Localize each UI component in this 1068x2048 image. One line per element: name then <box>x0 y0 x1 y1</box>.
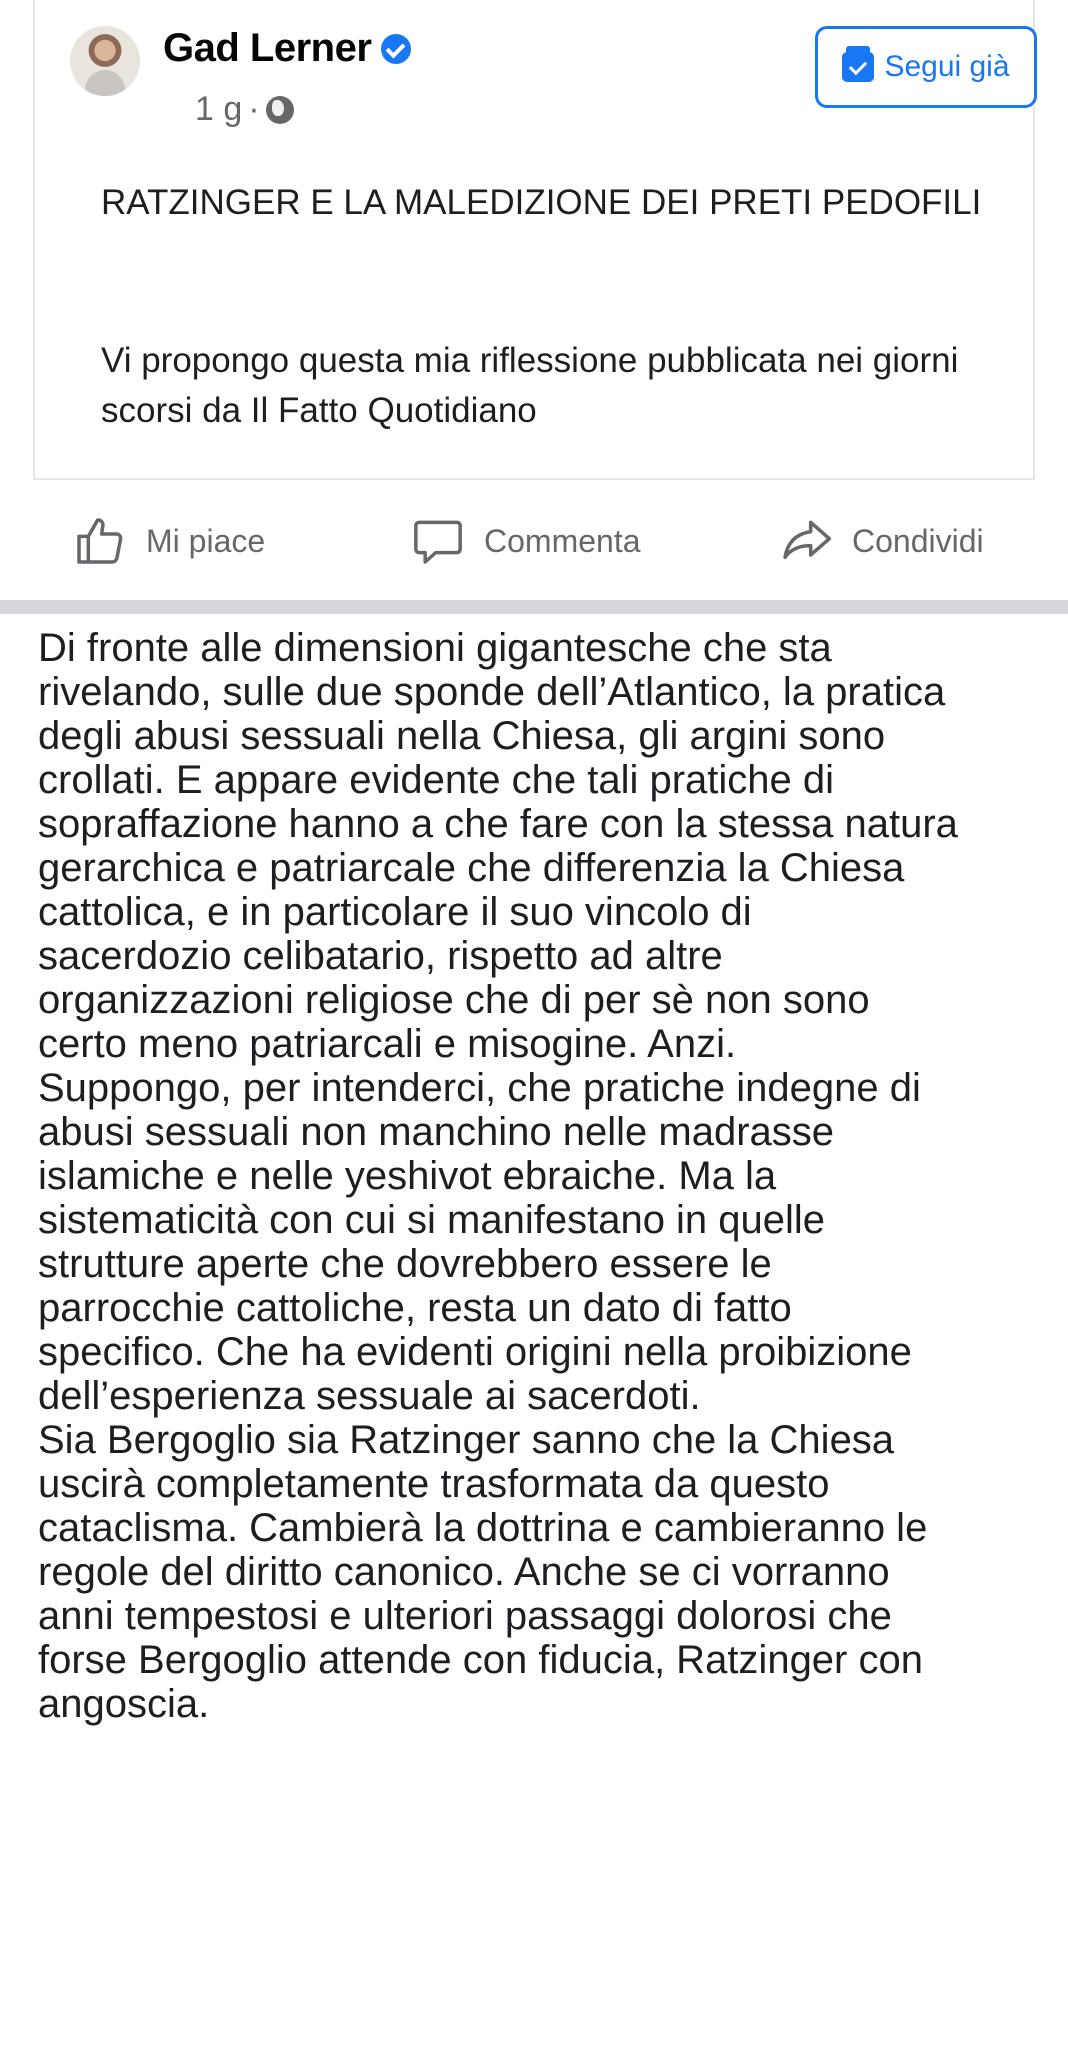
section-divider <box>0 600 1068 614</box>
article-line: certo meno patriarcali e misogine. Anzi. <box>38 1022 737 1066</box>
article-text: Di fronte alle dimensioni gigantesche ch… <box>38 626 1048 1726</box>
post-meta: 1 g · <box>195 90 294 129</box>
following-label: Segui già <box>884 50 1010 83</box>
following-button[interactable]: Segui già <box>815 26 1037 108</box>
article-line: cattolica, e in particolare il suo vinco… <box>38 890 752 934</box>
article-line: strutture aperte che dovrebbero essere l… <box>38 1242 772 1286</box>
post-title: RATZINGER E LA MALEDIZIONE DEI PRETI PED… <box>101 183 982 222</box>
verified-badge-icon <box>381 33 412 64</box>
share-button[interactable]: Condividi <box>778 506 984 576</box>
post-card: Gad Lerner 1 g · Segui già RATZINGER E L… <box>33 0 1037 480</box>
article-line: sistematicità con cui si manifestano in … <box>38 1198 826 1242</box>
post-intro: Vi propongo questa mia riflessione pubbl… <box>101 341 959 430</box>
comment-bubble-icon <box>414 520 462 564</box>
article-line: parrocchie cattoliche, resta un dato di … <box>38 1286 792 1330</box>
article-line: sacerdozio celibatario, rispetto ad altr… <box>38 934 723 978</box>
article-line: cataclisma. Cambierà la dottrina e cambi… <box>38 1506 928 1550</box>
like-label: Mi piace <box>146 522 266 559</box>
article-line: forse Bergoglio attende con fiducia, Rat… <box>38 1638 923 1682</box>
share-label: Condividi <box>852 522 984 559</box>
article-line: degli abusi sessuali nella Chiesa, gli a… <box>38 714 886 758</box>
article-line: islamiche e nelle yeshivot ebraiche. Ma … <box>38 1154 777 1198</box>
article-line: rivelando, sulle due sponde dell’Atlanti… <box>38 670 946 714</box>
like-button[interactable]: Mi piace <box>72 506 265 576</box>
following-check-icon <box>842 46 875 82</box>
article-line: uscirà completamente trasformata da ques… <box>38 1462 830 1506</box>
comment-label: Commenta <box>484 522 641 559</box>
post-actions: Mi piace Commenta Condividi <box>0 506 1068 576</box>
article-line: Suppongo, per intenderci, che pratiche i… <box>38 1066 921 1110</box>
article-line: sopraffazione hanno a che fare con la st… <box>38 802 958 846</box>
article-line: gerarchica e patriarcale che differenzia… <box>38 846 905 890</box>
article-line: abusi sessuali non manchino nelle madras… <box>38 1110 835 1154</box>
meta-separator: · <box>248 90 260 128</box>
article-line: anni tempestosi e ulteriori passaggi dol… <box>38 1594 892 1638</box>
article-line: Sia Bergoglio sia Ratzinger sanno che la… <box>38 1418 895 1462</box>
share-arrow-icon <box>783 520 832 560</box>
globe-icon <box>265 95 294 124</box>
article-line: regole del diritto canonico. Anche se ci… <box>38 1550 890 1594</box>
author-row: Gad Lerner <box>163 26 412 71</box>
comment-button[interactable]: Commenta <box>410 506 641 576</box>
article-line: crollati. E appare evidente che tali pra… <box>38 758 835 802</box>
article-line: dell’esperienza sessuale ai sacerdoti. <box>38 1374 701 1418</box>
thumbs-up-icon <box>77 518 123 564</box>
article-line: specifico. Che ha evidenti origini nella… <box>38 1330 912 1374</box>
article-line: angoscia. <box>38 1682 210 1726</box>
article-line: Di fronte alle dimensioni gigantesche ch… <box>38 626 832 670</box>
post-time[interactable]: 1 g <box>195 90 242 129</box>
article-line: organizzazioni religiose che di per sè n… <box>38 978 870 1022</box>
author-name[interactable]: Gad Lerner <box>163 26 372 71</box>
avatar[interactable] <box>70 26 140 96</box>
